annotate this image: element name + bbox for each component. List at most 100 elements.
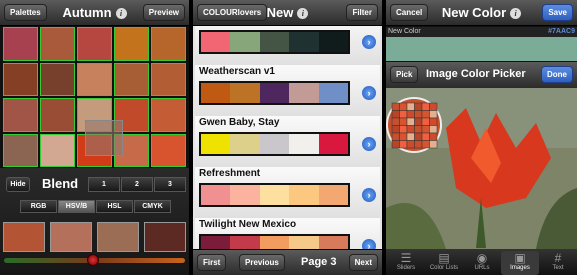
grid-color-cell[interactable]	[3, 98, 38, 132]
color-space-cmyk[interactable]: CMYK	[134, 200, 171, 213]
page-label: Page 3	[301, 256, 337, 268]
navbar: COLOURlovers New i Filter	[193, 0, 382, 26]
grid-color-cell[interactable]	[77, 62, 112, 96]
loupe-pixel	[399, 132, 408, 141]
info-icon[interactable]: i	[297, 8, 309, 20]
tab-label: Images	[510, 265, 530, 271]
loupe-pixel	[429, 110, 438, 119]
magnifier-loupe[interactable]	[386, 97, 442, 153]
text-icon: #	[554, 251, 562, 265]
loupe-pixel	[406, 132, 415, 141]
palette-swatch	[289, 185, 319, 205]
grid-color-cell[interactable]	[151, 62, 186, 96]
loupe-pixel	[399, 110, 408, 119]
palette-swatch	[201, 134, 231, 154]
loupe-pixel	[414, 110, 423, 119]
save-button[interactable]: Save	[542, 4, 573, 21]
grid-color-cell[interactable]	[151, 27, 186, 61]
loupe-pixel	[429, 102, 438, 111]
hex-value[interactable]: #7AAC9	[548, 28, 575, 35]
tab-text[interactable]: # Text	[539, 251, 577, 275]
loupe-pixel	[391, 125, 400, 134]
navbar: Cancel New Color i Save	[386, 0, 577, 26]
grid-color-cell[interactable]	[40, 98, 75, 132]
filter-button[interactable]: Filter	[346, 4, 378, 21]
palette-name: Weatherscan v1	[199, 66, 275, 77]
blend-option-3[interactable]: 3	[154, 177, 186, 192]
grid-color-cell[interactable]	[40, 27, 75, 61]
grid-color-cell[interactable]	[77, 27, 112, 61]
preview-button[interactable]: Preview	[142, 4, 185, 21]
grid-color-cell[interactable]	[151, 133, 186, 167]
blend-option-2[interactable]: 2	[121, 177, 153, 192]
color-space-hsl[interactable]: HSL	[96, 200, 133, 213]
palette-strip	[199, 30, 350, 54]
grid-color-cell[interactable]	[3, 133, 38, 167]
palette-strip	[199, 183, 350, 207]
photo-canvas[interactable]	[386, 88, 577, 249]
blend-swatch[interactable]	[3, 222, 45, 252]
palette-swatch	[230, 134, 260, 154]
loupe-pixel	[414, 132, 423, 141]
color-space-rgb[interactable]: RGB	[20, 200, 57, 213]
disclosure-arrow-icon[interactable]: ›	[362, 137, 376, 151]
loupe-pixel	[429, 140, 438, 149]
blend-swatch[interactable]	[50, 222, 92, 252]
grid-color-cell[interactable]	[114, 27, 149, 61]
sliders-icon: ☰	[400, 251, 412, 265]
colourlovers-browser-screen: COLOURlovers Newi Filter Stuck in Me›Wea…	[193, 0, 382, 275]
blend-swatch[interactable]	[97, 222, 139, 252]
disclosure-arrow-icon[interactable]: ›	[362, 35, 376, 49]
title-text: Autumn	[62, 5, 112, 20]
palette-swatch	[201, 32, 231, 52]
next-button[interactable]: Next	[348, 254, 378, 271]
title-text: New Color	[441, 5, 507, 20]
done-button[interactable]: Done	[541, 66, 573, 83]
loupe-pixel	[429, 132, 438, 141]
blend-option-1[interactable]: 1	[88, 177, 120, 192]
palette-row[interactable]: Gwen Baby, Stay ›	[195, 116, 380, 171]
palette-swatch	[289, 134, 319, 154]
loupe-pixel	[399, 102, 408, 111]
palette-row[interactable]: Weatherscan v1 ›	[195, 65, 380, 120]
tab-color-lists[interactable]: ▤ Color Lists	[425, 251, 463, 275]
grid-color-cell[interactable]	[151, 98, 186, 132]
disclosure-arrow-icon[interactable]: ›	[362, 86, 376, 100]
loupe-pixel	[414, 140, 423, 149]
loupe-pixel	[421, 110, 430, 119]
first-button[interactable]: First	[197, 254, 227, 271]
blend-label: Blend	[42, 176, 79, 191]
palette-swatch	[230, 185, 260, 205]
urls-icon: ◉	[476, 251, 488, 265]
navbar: Palettes Autumn i Preview	[0, 0, 189, 26]
tab-urls[interactable]: ◉ URLs	[463, 251, 501, 275]
info-icon[interactable]: i	[115, 8, 127, 20]
grid-color-cell[interactable]	[3, 62, 38, 96]
tab-label: Text	[552, 265, 564, 271]
blend-swatch[interactable]	[144, 222, 186, 252]
palette-swatch	[230, 32, 260, 52]
loupe-pixel	[429, 125, 438, 134]
grid-color-cell[interactable]	[3, 27, 38, 61]
color-space-hsv-b[interactable]: HSV/B	[58, 200, 95, 213]
pick-button[interactable]: Pick	[390, 66, 419, 83]
grid-color-cell[interactable]	[40, 133, 75, 167]
palette-swatch	[318, 185, 349, 205]
grid-color-cell[interactable]	[40, 62, 75, 96]
new-color-label: New Color	[388, 28, 421, 35]
info-icon[interactable]: i	[510, 8, 522, 20]
palette-row[interactable]: Refreshment ›	[195, 167, 380, 222]
disclosure-arrow-icon[interactable]: ›	[362, 188, 376, 202]
picker-title: Image Color Picker	[426, 68, 526, 80]
palette-swatch	[318, 32, 349, 52]
loupe-pixel	[391, 117, 400, 126]
hide-button[interactable]: Hide	[6, 177, 30, 192]
tab-images[interactable]: ▣ Images	[501, 251, 539, 275]
grid-color-cell[interactable]	[114, 62, 149, 96]
selection-overlay[interactable]	[85, 120, 123, 156]
loupe-pixel	[399, 125, 408, 134]
loupe-pixel	[391, 110, 400, 119]
blend-slider-thumb[interactable]	[86, 254, 99, 266]
tab-sliders[interactable]: ☰ Sliders	[387, 251, 425, 275]
previous-button[interactable]: Previous	[239, 254, 285, 271]
